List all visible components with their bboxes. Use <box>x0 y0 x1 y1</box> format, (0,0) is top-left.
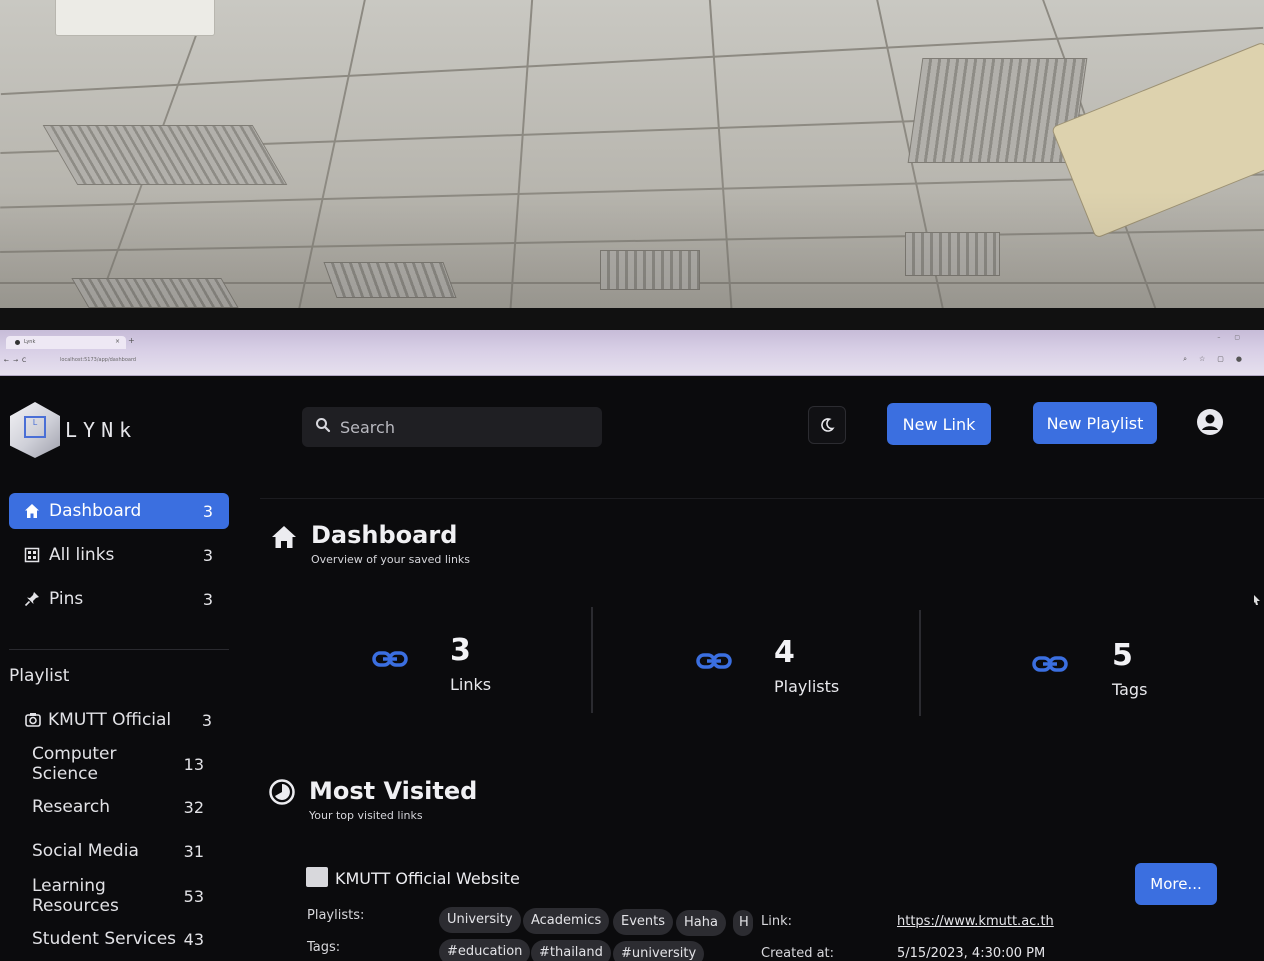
sidebar-playlist-computer-science[interactable]: Computer Science 13 <box>32 744 216 784</box>
sidebar-item-dashboard[interactable]: Dashboard 3 <box>9 493 229 529</box>
home-icon <box>272 526 296 548</box>
playlist-count: 3 <box>201 710 212 730</box>
sidebar-item-all-links[interactable]: All links 3 <box>9 537 229 573</box>
site-favicon-icon <box>306 867 328 887</box>
tags-label: Tags: <box>307 940 341 955</box>
search-input[interactable] <box>340 415 590 439</box>
sidebar-item-count: 3 <box>202 589 213 609</box>
playlist-label: Research <box>32 797 110 817</box>
stat-divider <box>591 607 593 713</box>
browser-nav-icons[interactable]: ←→C <box>4 357 30 364</box>
new-link-button[interactable]: New Link <box>887 403 991 445</box>
stat-links: 3 Links <box>372 633 572 713</box>
tag-chip[interactable]: #university <box>613 941 705 961</box>
logo-mark-icon: L <box>24 416 46 438</box>
new-tab-icon[interactable]: + <box>128 336 135 345</box>
sidebar-playlist-student-services[interactable]: Student Services 43 <box>32 925 216 953</box>
sidebar-playlist-learning-resources[interactable]: Learning Resources 53 <box>32 876 216 916</box>
link-icon <box>372 651 408 667</box>
created-label: Created at: <box>761 946 835 961</box>
clock-icon <box>269 779 295 805</box>
header-divider <box>260 498 1264 499</box>
page-subtitle: Overview of your saved links <box>311 553 471 566</box>
search-box[interactable] <box>302 407 602 447</box>
link-label: Link: <box>761 914 793 929</box>
more-button[interactable]: More... <box>1135 863 1217 905</box>
camera-icon <box>25 713 41 727</box>
tab-favicon-icon <box>15 340 20 345</box>
playlist-heading: Playlist <box>9 666 70 686</box>
playlist-count: 13 <box>183 754 204 774</box>
playlist-count: 31 <box>183 841 204 861</box>
grid-icon <box>23 546 41 564</box>
stat-value: 4 <box>774 635 795 670</box>
playlist-chip[interactable]: Haha <box>676 910 726 936</box>
most-visited-subtitle: Your top visited links <box>309 809 423 822</box>
stat-value: 5 <box>1112 638 1133 673</box>
playlist-label: Computer Science <box>32 744 117 784</box>
browser-tab[interactable]: Lynk × <box>6 336 126 349</box>
sidebar-playlist-kmutt-official[interactable]: KMUTT Official 3 <box>24 706 224 734</box>
address-bar[interactable]: localhost:5173/app/dashboard <box>60 357 360 367</box>
sidebar-item-label: Pins <box>49 589 84 609</box>
theme-toggle-button[interactable] <box>808 406 846 444</box>
sidebar-item-label: All links <box>49 545 115 565</box>
stat-tags: 5 Tags <box>1032 638 1232 718</box>
link-icon <box>1032 656 1068 672</box>
tag-chip[interactable]: #education <box>439 939 531 961</box>
playlist-chip[interactable]: H <box>733 910 753 936</box>
sidebar-playlist-social-media[interactable]: Social Media 31 <box>32 837 216 865</box>
window-controls[interactable]: –▢ <box>1217 334 1254 341</box>
sidebar-divider <box>9 649 229 650</box>
app-root: L LYNk New Link New Playlist Dashboard 3 <box>0 376 1264 961</box>
playlist-chip[interactable]: University <box>439 907 521 933</box>
sidebar-item-label: Dashboard <box>49 501 142 521</box>
close-tab-icon[interactable]: × <box>115 338 120 345</box>
link-icon <box>696 653 732 669</box>
page-title: Dashboard <box>311 521 458 549</box>
sidebar-item-pins[interactable]: Pins 3 <box>9 581 229 617</box>
playlist-chip[interactable]: Academics <box>523 908 610 934</box>
logo-text: LYNk <box>65 418 138 442</box>
visited-link-title[interactable]: KMUTT Official Website <box>335 869 520 888</box>
sidebar-playlist-research[interactable]: Research 32 <box>32 793 216 821</box>
playlist-count: 53 <box>183 886 204 906</box>
new-playlist-button[interactable]: New Playlist <box>1033 402 1157 444</box>
sidebar-item-count: 3 <box>202 501 213 521</box>
user-avatar-icon[interactable] <box>1196 408 1224 436</box>
playlist-chip[interactable]: Events <box>613 909 674 935</box>
monitor-bezel <box>0 308 1264 332</box>
stat-divider <box>919 610 921 716</box>
playlist-label: Learning Resources <box>32 876 119 916</box>
playlist-label: KMUTT Official <box>48 710 172 730</box>
stat-playlists: 4 Playlists <box>696 635 896 715</box>
tag-chip[interactable]: #thailand <box>531 940 611 961</box>
moon-icon <box>821 418 835 432</box>
sidebar-item-count: 3 <box>202 545 213 565</box>
browser-toolbar-icons[interactable]: ⌕☆▢● <box>1183 355 1254 364</box>
playlist-label: Social Media <box>32 841 139 861</box>
playlists-label: Playlists: <box>307 908 365 923</box>
most-visited-title: Most Visited <box>309 777 478 805</box>
stat-label: Links <box>450 675 492 694</box>
browser-chrome: Lynk × + –▢ ←→C localhost:5173/app/dashb… <box>0 330 1264 376</box>
playlist-count: 43 <box>183 929 204 949</box>
app-logo[interactable]: L LYNk <box>10 402 210 462</box>
playlist-label: Student Services <box>32 929 177 949</box>
playlist-count: 32 <box>183 797 204 817</box>
created-date: 5/15/2023, 4:30:00 PM <box>897 946 1046 961</box>
ceiling-background <box>0 0 1264 318</box>
search-icon <box>316 418 331 433</box>
stat-label: Tags <box>1112 680 1148 699</box>
stat-label: Playlists <box>774 677 840 696</box>
visited-link-url[interactable]: https://www.kmutt.ac.th <box>897 914 1054 929</box>
mouse-cursor-icon <box>1254 595 1260 605</box>
home-icon <box>23 502 41 520</box>
stat-value: 3 <box>450 633 471 668</box>
pin-icon <box>23 590 41 608</box>
browser-tab-title: Lynk <box>24 339 36 345</box>
